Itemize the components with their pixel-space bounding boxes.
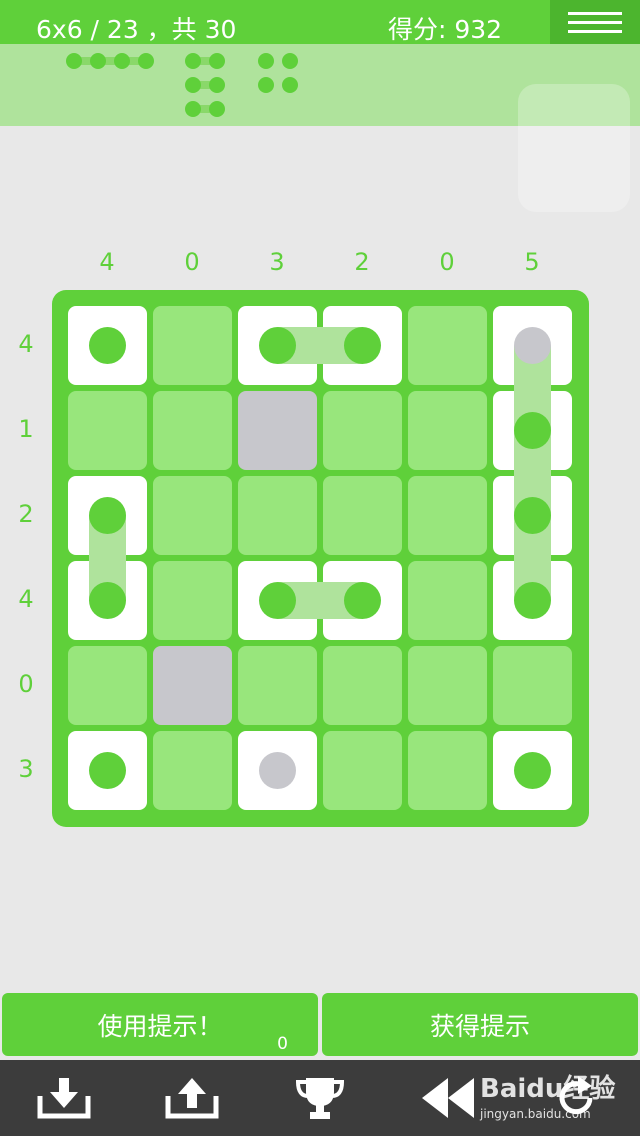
column-clue: 5: [524, 248, 540, 276]
score-display: 得分: 932: [388, 15, 503, 44]
ship-segment: [74, 57, 146, 65]
menu-icon-line: [568, 11, 622, 15]
grid-cell[interactable]: [238, 646, 317, 725]
ship-dot: [514, 497, 551, 534]
upload-icon[interactable]: [162, 1074, 222, 1122]
grid-cell[interactable]: [408, 561, 487, 640]
ship-connector: [514, 346, 551, 601]
get-hint-button[interactable]: 获得提示: [322, 993, 638, 1056]
use-hint-label: 使用提示！: [97, 1011, 223, 1041]
row-clue: 2: [18, 500, 34, 528]
column-clue: 0: [439, 248, 455, 276]
ship-dot: [185, 101, 201, 117]
grid-cell[interactable]: [323, 731, 402, 810]
ship-size-2: [185, 101, 225, 117]
grid-cell-ship[interactable]: [68, 731, 147, 810]
ship-dot: [114, 53, 130, 69]
ship-size-1: [282, 77, 298, 93]
column-clue: 3: [269, 248, 285, 276]
ship-dot: [344, 327, 381, 364]
grid-cell[interactable]: [493, 646, 572, 725]
rewind-icon[interactable]: [418, 1074, 478, 1122]
ship-dot: [514, 752, 551, 789]
trophy-icon[interactable]: [290, 1074, 350, 1122]
grid-cell[interactable]: [153, 731, 232, 810]
ship-dot: [282, 77, 298, 93]
column-clue: 4: [99, 248, 115, 276]
grid-cell-blocked[interactable]: [153, 646, 232, 725]
grid-cell[interactable]: [323, 476, 402, 555]
ships-legend: [0, 44, 640, 212]
row-clue: 1: [18, 415, 34, 443]
ship-dot: [282, 53, 298, 69]
faded-overlay: [518, 84, 630, 212]
ship-dot: [66, 53, 82, 69]
get-hint-label: 获得提示: [429, 1011, 530, 1041]
ship-dot: [90, 53, 106, 69]
ship-dot: [209, 101, 225, 117]
grid-cell[interactable]: [68, 391, 147, 470]
ship-size-1: [258, 53, 274, 69]
menu-icon-line: [568, 29, 622, 33]
download-icon[interactable]: [34, 1074, 94, 1122]
watermark: Baidu经验 jingyan.baidu.com: [480, 1068, 615, 1121]
ship-size-4: [66, 53, 154, 69]
grid-cell[interactable]: [153, 476, 232, 555]
grid-cell[interactable]: [408, 476, 487, 555]
grid-cell[interactable]: [408, 306, 487, 385]
menu-icon-line: [568, 20, 622, 24]
ship-dot: [89, 582, 126, 619]
row-clue: 3: [18, 755, 34, 783]
grid-cell[interactable]: [153, 306, 232, 385]
ship-dot: [259, 582, 296, 619]
ship-size-1: [282, 53, 298, 69]
ship-dot: [514, 582, 551, 619]
grid-cell[interactable]: [408, 731, 487, 810]
grid-cell[interactable]: [323, 391, 402, 470]
ship-dot: [138, 53, 154, 69]
ship-dot: [209, 77, 225, 93]
grid-cell-ship[interactable]: [493, 731, 572, 810]
game-board: [52, 290, 589, 827]
grid-cell[interactable]: [323, 646, 402, 725]
grid-cell[interactable]: [153, 561, 232, 640]
grid-cell-ship[interactable]: [68, 306, 147, 385]
unknown-dot: [514, 327, 551, 364]
ship-dot: [259, 327, 296, 364]
ship-dot: [89, 327, 126, 364]
grid-cell[interactable]: [68, 646, 147, 725]
use-hint-button[interactable]: 使用提示！ 0: [2, 993, 318, 1056]
ship-dot: [185, 77, 201, 93]
grid-cell[interactable]: [238, 476, 317, 555]
ship-dot: [344, 582, 381, 619]
menu-button[interactable]: [550, 0, 640, 44]
top-bar: 6x6 / 23 ，共 30 得分: 932: [0, 0, 640, 44]
hint-count: 0: [277, 1034, 288, 1054]
grid-cell-blocked[interactable]: [238, 391, 317, 470]
ship-size-1: [258, 77, 274, 93]
grid-cell[interactable]: [153, 391, 232, 470]
ship-dot: [514, 412, 551, 449]
watermark-brand: Baidu经验: [480, 1074, 616, 1104]
ship-dot: [89, 497, 126, 534]
grid-cell[interactable]: [408, 646, 487, 725]
grid-cell-ship[interactable]: [238, 731, 317, 810]
ship-dot: [89, 752, 126, 789]
ship-size-2: [185, 77, 225, 93]
row-clue: 4: [18, 330, 34, 358]
row-clue: 0: [18, 670, 34, 698]
ship-size-2: [185, 53, 225, 69]
column-clue: 2: [354, 248, 370, 276]
unknown-dot: [259, 752, 296, 789]
ship-dot: [258, 53, 274, 69]
grid-cell[interactable]: [408, 391, 487, 470]
ship-dot: [209, 53, 225, 69]
watermark-url: jingyan.baidu.com: [480, 1107, 591, 1121]
ship-dot: [185, 53, 201, 69]
ship-dot: [258, 77, 274, 93]
row-clue: 4: [18, 585, 34, 613]
level-indicator: 6x6 / 23 ，共 30: [36, 15, 237, 44]
column-clue: 0: [184, 248, 200, 276]
